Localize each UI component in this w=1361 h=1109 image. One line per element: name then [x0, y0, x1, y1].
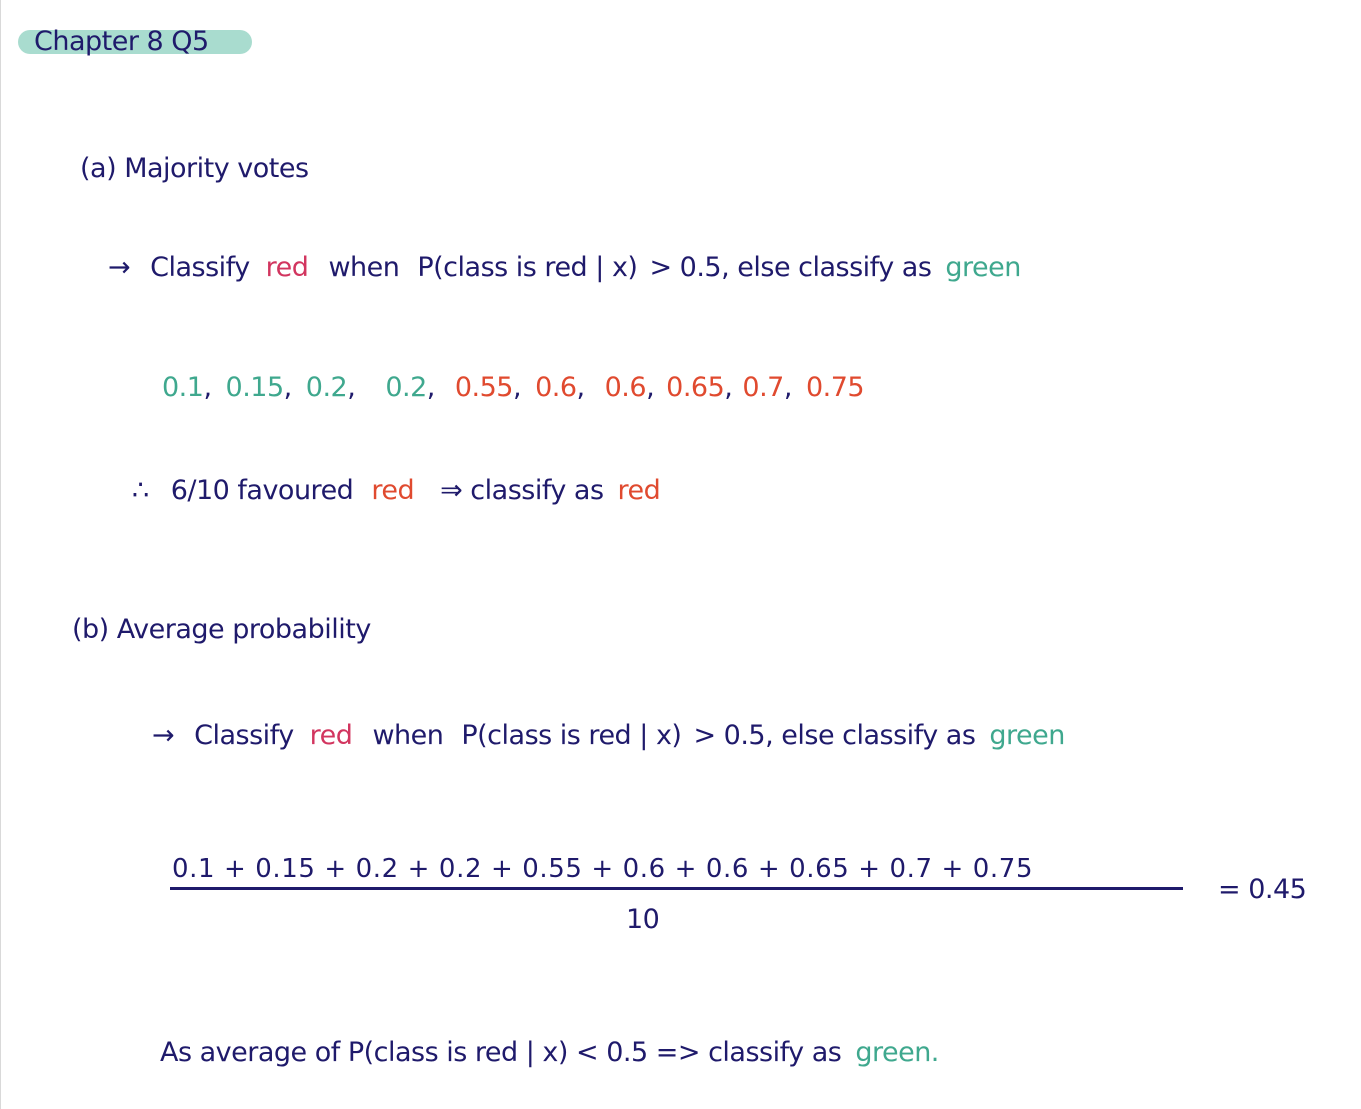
rule-word-red: red	[265, 252, 309, 283]
value-item: 0.7	[742, 372, 784, 403]
value-item: 0.75	[805, 372, 865, 403]
value-item: 0.55	[454, 372, 514, 403]
rule-threshold: > 0.5, else classify as	[693, 720, 976, 751]
part-a-rule: → Classify red when P(class is red | x) …	[108, 252, 1021, 283]
conclusion-text: As average of P(class is red | x) < 0.5 …	[160, 1037, 842, 1068]
rule-condition: P(class is red | x)	[461, 720, 682, 751]
rule-condition: P(class is red | x)	[417, 252, 638, 283]
therefore-symbol: ∴	[132, 475, 149, 506]
part-a-conclusion: ∴ 6/10 favoured red ⇒ classify as red	[132, 475, 661, 506]
value-item: 0.2	[385, 372, 427, 403]
rule-word-classify: Classify	[194, 720, 294, 751]
page-edge	[0, 0, 1, 1109]
value-item: 0.6	[604, 372, 647, 403]
part-a-heading: (a) Majority votes	[80, 153, 309, 184]
value-item: 0.15	[225, 372, 285, 403]
part-b-conclusion: As average of P(class is red | x) < 0.5 …	[160, 1037, 939, 1068]
value-item: 0.6	[535, 372, 577, 403]
value-item: 0.1	[162, 372, 204, 403]
part-a-values: 0.1, 0.15, 0.2, 0.2, 0.55, 0.6, 0.6, 0.6…	[162, 372, 865, 403]
classification-result: red	[617, 475, 661, 506]
fraction-bar	[170, 887, 1183, 890]
implies-text: ⇒ classify as	[440, 475, 604, 506]
part-b-heading: (b) Average probability	[72, 614, 371, 645]
rule-word-green: green	[989, 720, 1065, 751]
page-title: Chapter 8 Q5	[34, 26, 209, 57]
rule-word-when: when	[328, 252, 400, 283]
vote-count: 6/10 favoured	[170, 475, 354, 506]
conclusion-result: green.	[855, 1037, 939, 1068]
rule-word-green: green	[945, 252, 1021, 283]
rule-threshold: > 0.5, else classify as	[649, 252, 932, 283]
rule-word-when: when	[372, 720, 444, 751]
rule-word-red: red	[309, 720, 353, 751]
arrow-icon: →	[108, 252, 131, 283]
part-b-rule: → Classify red when P(class is red | x) …	[152, 720, 1065, 751]
average-result: = 0.45	[1218, 874, 1307, 905]
favoured-class: red	[371, 475, 415, 506]
average-denominator: 10	[626, 904, 660, 935]
arrow-icon: →	[152, 720, 175, 751]
value-item: 0.2	[305, 372, 348, 403]
average-numerator: 0.1 + 0.15 + 0.2 + 0.2 + 0.55 + 0.6 + 0.…	[172, 854, 1034, 884]
rule-word-classify: Classify	[150, 252, 250, 283]
value-item: 0.65	[666, 372, 725, 403]
